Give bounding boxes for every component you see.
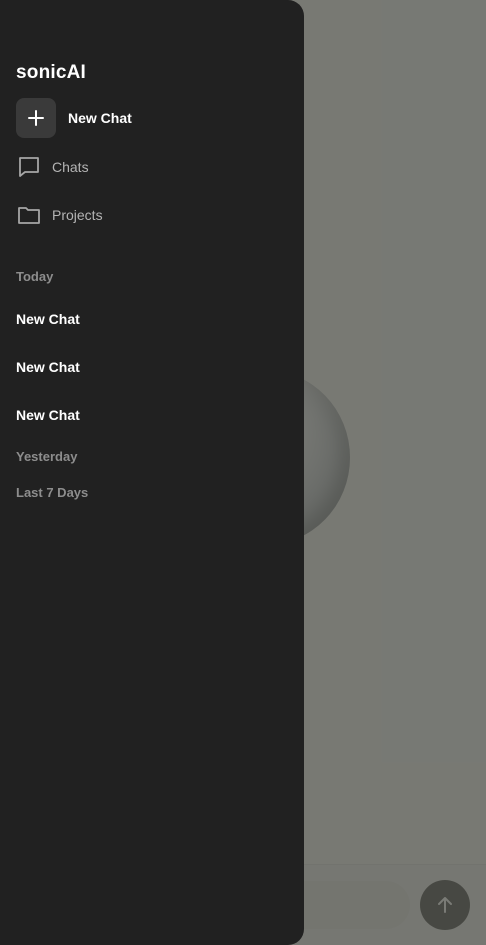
chat-bubble-icon xyxy=(16,154,42,180)
sidebar-item-label: Projects xyxy=(52,207,103,223)
app-screen: sonicAI New Chat Chats Projects Today Ne… xyxy=(0,0,486,945)
history-item[interactable]: New Chat xyxy=(16,359,80,375)
section-today: Today xyxy=(16,269,54,284)
new-chat-label: New Chat xyxy=(68,110,132,126)
sidebar-item-label: Chats xyxy=(52,159,89,175)
history-item[interactable]: New Chat xyxy=(16,311,80,327)
sidebar-item-chats[interactable]: Chats xyxy=(16,153,89,181)
section-yesterday: Yesterday xyxy=(16,449,78,464)
brand-title: sonicAI xyxy=(16,62,87,83)
sidebar-drawer: sonicAI New Chat Chats Projects Today Ne… xyxy=(0,0,304,945)
new-chat-button[interactable]: New Chat xyxy=(16,98,132,138)
sidebar-item-projects[interactable]: Projects xyxy=(16,201,103,229)
plus-icon xyxy=(16,98,56,138)
section-last-7-days: Last 7 Days xyxy=(16,485,89,500)
folder-icon xyxy=(16,202,42,228)
history-item[interactable]: New Chat xyxy=(16,407,80,423)
